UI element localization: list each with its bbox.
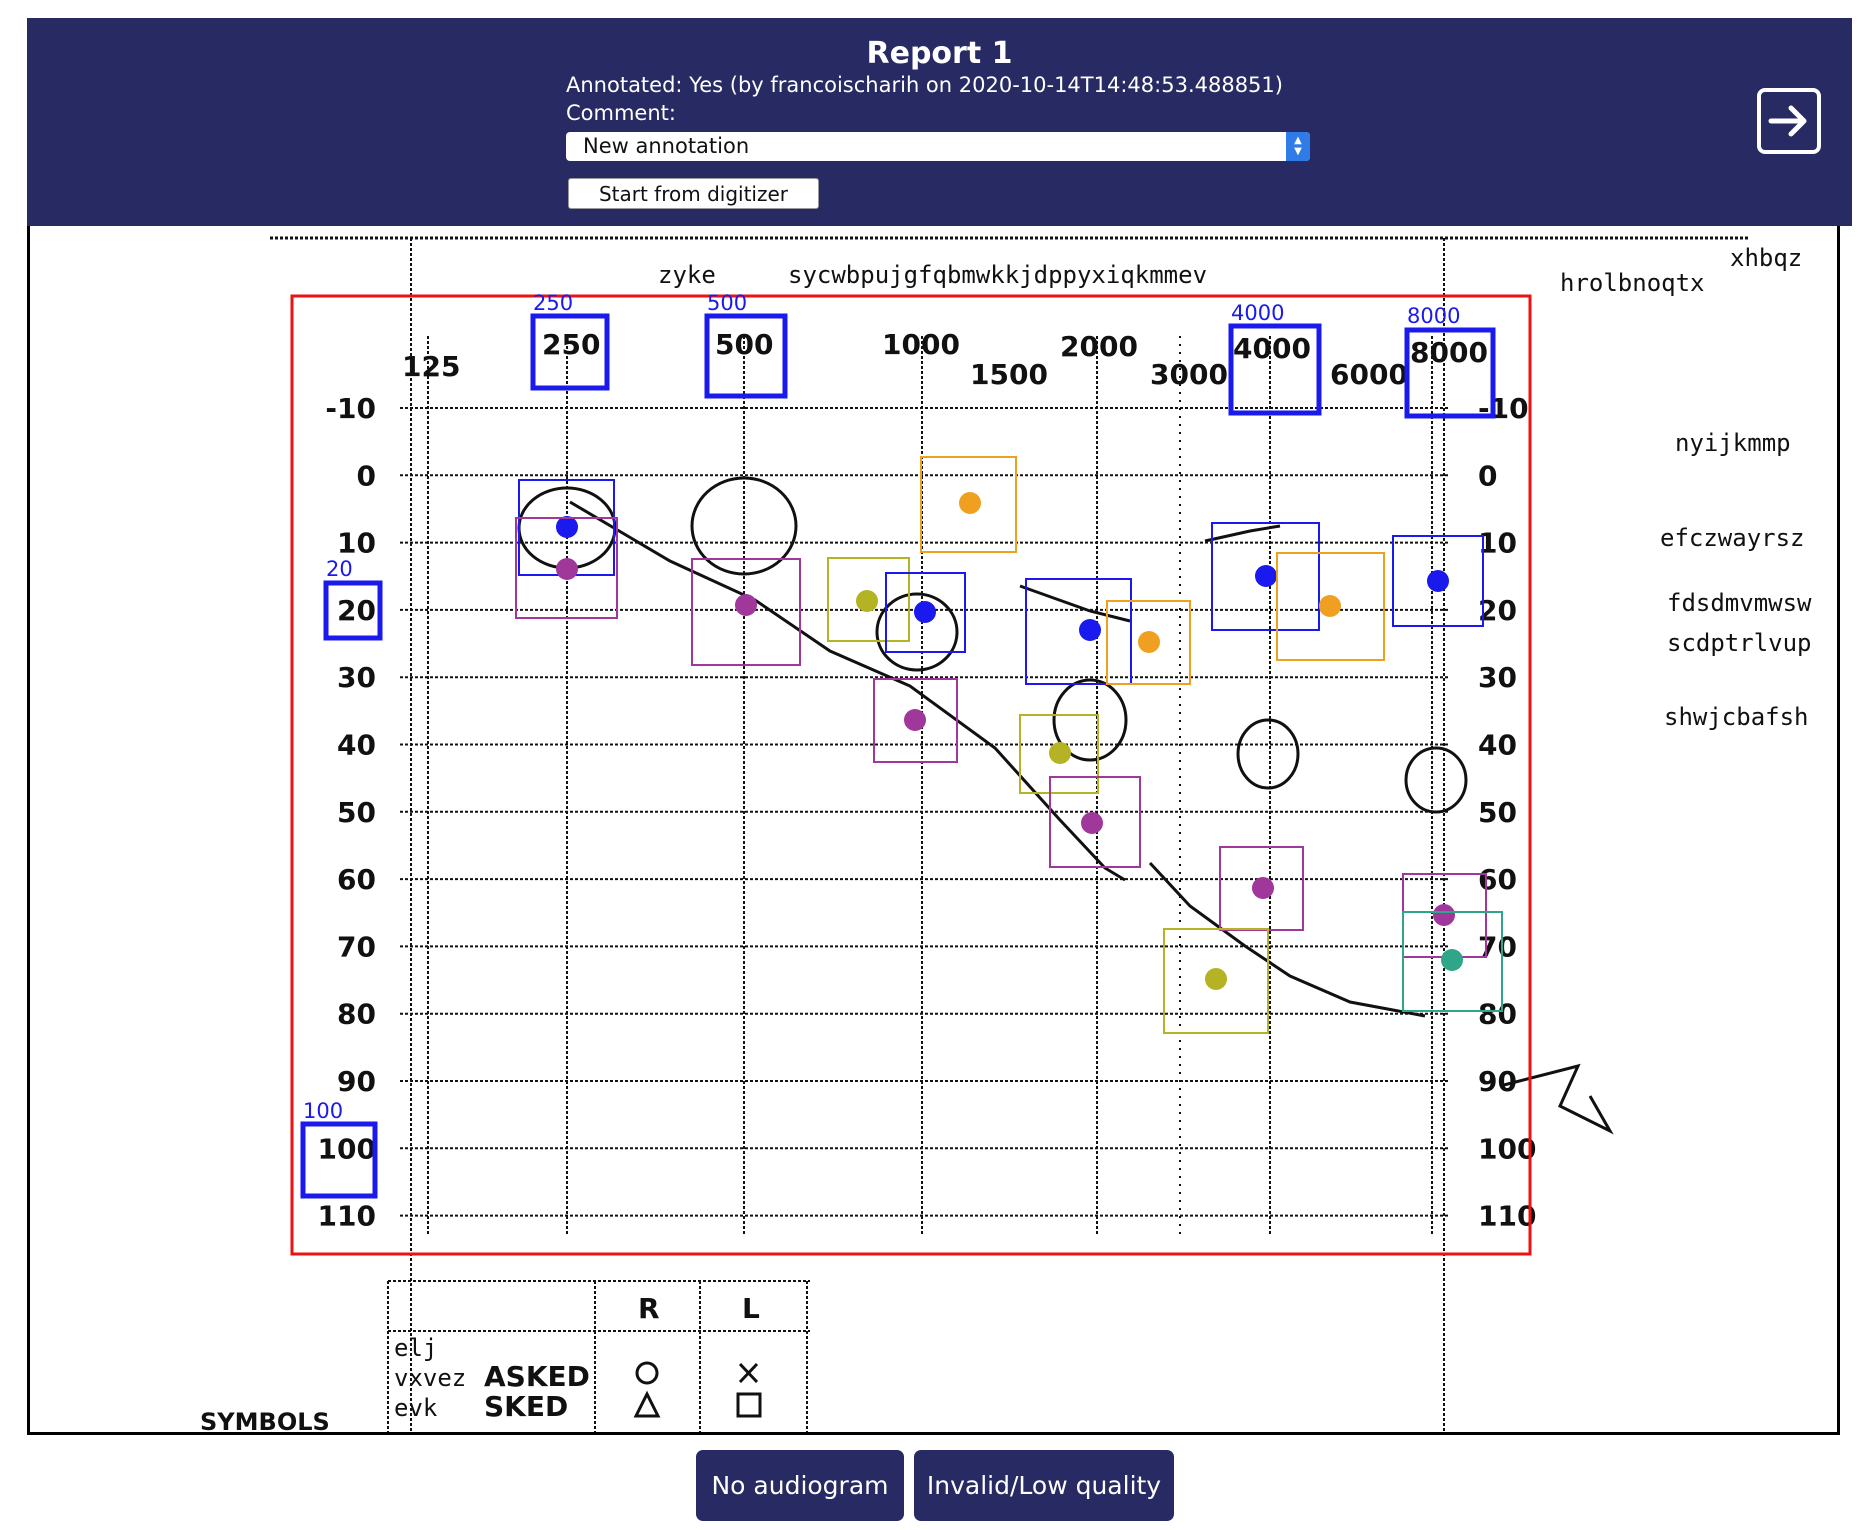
comment-select-value: New annotation	[583, 134, 750, 158]
db-label-left: 90	[337, 1065, 376, 1098]
db-label-left: 40	[337, 729, 376, 762]
freq-label: 1500	[970, 358, 1048, 391]
symbol-point-marker[interactable]	[856, 590, 878, 612]
symbol-point-marker[interactable]	[1319, 595, 1341, 617]
threshold-box-label: 100	[303, 1099, 343, 1123]
legend-header-l: L	[742, 1292, 760, 1325]
db-label-right: 110	[1478, 1200, 1536, 1233]
symbol-point-marker[interactable]	[556, 558, 578, 580]
invalid-low-quality-button[interactable]: Invalid/Low quality	[914, 1450, 1174, 1521]
freq-label: 500	[715, 328, 773, 361]
symbol-point-marker[interactable]	[1433, 904, 1455, 926]
db-label-left: 10	[337, 527, 376, 560]
report-header: Report 1 Annotated: Yes (by francoischar…	[27, 18, 1852, 226]
symbol-point-marker[interactable]	[1049, 742, 1071, 764]
arrow-right-box-icon	[1768, 105, 1807, 137]
symbol-point-marker[interactable]	[1079, 619, 1101, 641]
symbol-point-marker[interactable]	[914, 601, 936, 623]
db-label-left: 80	[337, 998, 376, 1031]
freq-box-label: 8000	[1407, 304, 1460, 328]
db-label-right: 40	[1478, 729, 1517, 762]
scan-note: shwjcbafsh	[1664, 703, 1809, 731]
start-from-digitizer-button[interactable]: Start from digitizer	[568, 178, 819, 209]
db-label-left: 60	[337, 863, 376, 896]
next-report-button[interactable]	[1757, 88, 1821, 154]
annotation-status: Annotated: Yes (by francoischarih on 202…	[566, 73, 1283, 97]
symbol-point-marker[interactable]	[1427, 570, 1449, 592]
scan-note: fdsdmvmwsw	[1667, 589, 1812, 617]
db-label-right: 80	[1478, 998, 1517, 1031]
db-label-right: -10	[1478, 392, 1529, 425]
db-label-left: 0	[357, 459, 376, 492]
symbol-point-marker[interactable]	[1441, 949, 1463, 971]
freq-label: 8000	[1410, 336, 1488, 369]
freq-label: 125	[402, 350, 460, 383]
db-label-left: -10	[325, 392, 376, 425]
legend-note: vxvez	[394, 1364, 466, 1392]
scan-note: efczwayrsz	[1660, 524, 1805, 552]
scan-note: hrolbnoqtx	[1560, 269, 1705, 297]
audiogram-scan[interactable]: zyke sycwbpujgfqbmwkkjdppyxiqkmmev xhbqz…	[30, 226, 1840, 1435]
comment-label: Comment:	[566, 101, 676, 125]
db-label-left: 50	[337, 796, 376, 829]
scan-note: nyijkmmp	[1675, 429, 1791, 457]
db-label-left: 20	[337, 594, 376, 627]
comment-select[interactable]: New annotation ▲ ▼	[566, 132, 1310, 161]
freq-label: 6000	[1330, 358, 1408, 391]
db-label-right: 0	[1478, 459, 1497, 492]
db-label-left: 30	[337, 661, 376, 694]
db-label-right: 30	[1478, 661, 1517, 694]
db-label-left: 100	[318, 1132, 376, 1165]
scan-note: xhbqz	[1730, 244, 1802, 272]
legend-header-r: R	[638, 1292, 660, 1325]
symbol-point-marker[interactable]	[1081, 812, 1103, 834]
db-label-right: 70	[1478, 930, 1517, 963]
select-arrows-icon: ▲ ▼	[1286, 132, 1310, 161]
freq-label: 1000	[882, 328, 960, 361]
db-label-right: 50	[1478, 796, 1517, 829]
legend-note: elj	[394, 1334, 437, 1362]
scan-title-part-2: sycwbpujgfqbmwkkjdppyxiqkmmev	[788, 261, 1207, 289]
symbol-point-marker[interactable]	[959, 492, 981, 514]
freq-label: 250	[542, 328, 600, 361]
db-label-left: 70	[337, 930, 376, 963]
legend-note: evk	[394, 1394, 438, 1422]
symbol-point-marker[interactable]	[1138, 631, 1160, 653]
freq-box-label: 250	[533, 291, 573, 315]
symbol-point-marker[interactable]	[1252, 877, 1274, 899]
freq-label: 4000	[1233, 332, 1311, 365]
db-label-left: 110	[318, 1200, 376, 1233]
db-label-right: 90	[1478, 1065, 1517, 1098]
symbol-point-marker[interactable]	[904, 709, 926, 731]
db-label-right: 100	[1478, 1132, 1536, 1165]
symbol-point-marker[interactable]	[1205, 968, 1227, 990]
report-title: Report 1	[866, 36, 1013, 71]
no-audiogram-button[interactable]: No audiogram	[696, 1450, 904, 1521]
symbols-label: SYMBOLS	[200, 1408, 330, 1435]
audiogram-region-box[interactable]	[290, 294, 1532, 1256]
legend-word: ASKED	[484, 1360, 590, 1393]
freq-box-label: 500	[707, 291, 747, 315]
freq-label: 2000	[1060, 330, 1138, 363]
scan-title-part-1: zyke	[658, 261, 716, 289]
freq-label: 3000	[1150, 358, 1228, 391]
threshold-box-label: 20	[326, 557, 353, 581]
scan-note: scdptrlvup	[1667, 629, 1812, 657]
symbol-point-marker[interactable]	[1255, 565, 1277, 587]
symbol-point-marker[interactable]	[735, 594, 757, 616]
symbol-point-marker[interactable]	[556, 516, 578, 538]
freq-box-label: 4000	[1231, 301, 1284, 325]
db-label-right: 60	[1478, 863, 1517, 896]
legend-word: SKED	[484, 1390, 568, 1423]
audiogram-viewer[interactable]: zyke sycwbpujgfqbmwkkjdppyxiqkmmev xhbqz…	[27, 226, 1840, 1435]
